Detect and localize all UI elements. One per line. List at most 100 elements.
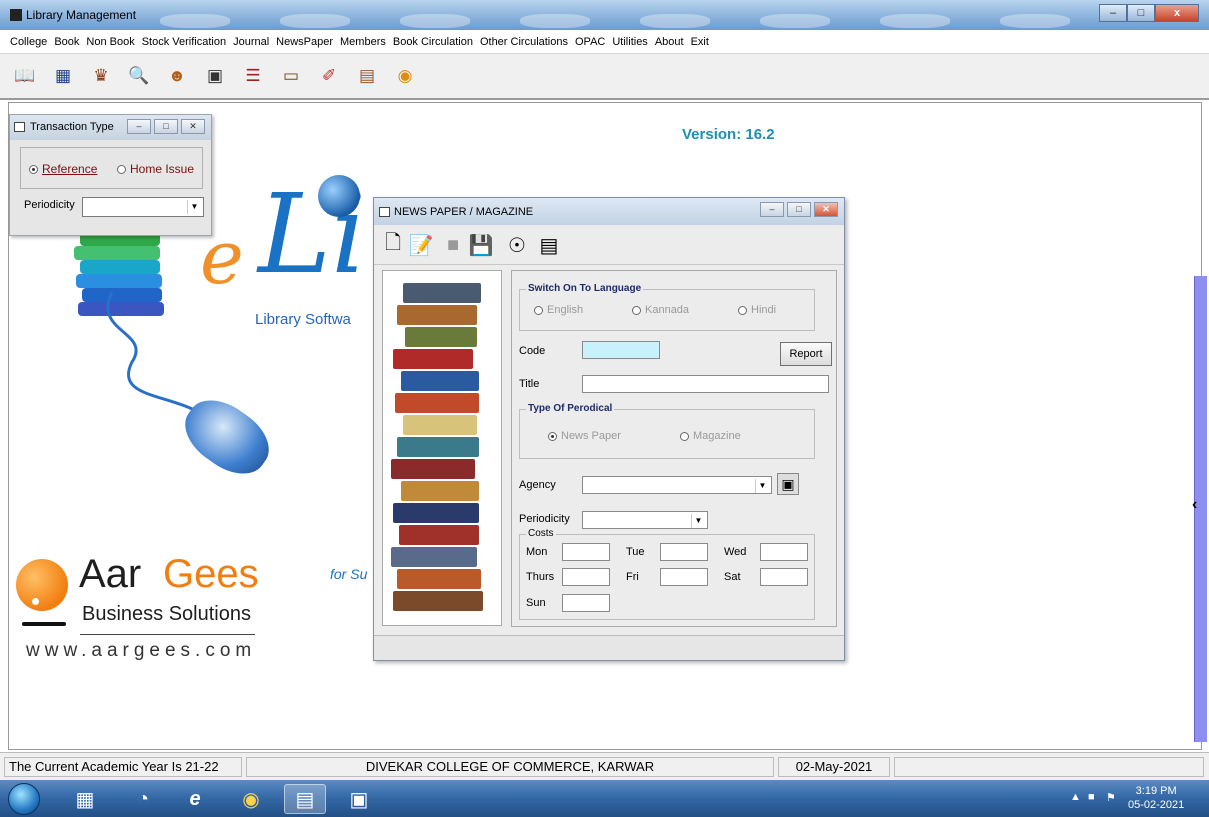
menu-newspaper[interactable]: NewsPaper — [276, 36, 333, 48]
globe-icon — [318, 175, 360, 217]
cd-icon[interactable]: ◉ — [390, 61, 420, 91]
menu-stock-verification[interactable]: Stock Verification — [142, 36, 226, 48]
newspaper-label: News Paper — [561, 430, 621, 442]
magazine-radio[interactable]: Magazine — [680, 430, 741, 442]
close-button[interactable]: x — [1155, 4, 1199, 22]
menu-opac[interactable]: OPAC — [575, 36, 605, 48]
agency-lookup-icon[interactable]: ▣ — [777, 473, 799, 495]
network-icon[interactable]: ■ — [1088, 791, 1095, 803]
fri-label: Fri — [626, 571, 639, 583]
taskbar-clock[interactable]: 3:19 PM 05-02-2021 — [1128, 784, 1184, 812]
newspaper-status-bar — [374, 635, 844, 660]
chrome-icon[interactable]: ◉ — [236, 784, 266, 814]
chevron-down-icon[interactable]: ▼ — [755, 479, 769, 493]
menu-utilities[interactable]: Utilities — [612, 36, 647, 48]
newspaper-radio[interactable]: News Paper — [548, 430, 621, 442]
word-icon[interactable]: ▣ — [344, 784, 374, 814]
toolbar: 📖 ▦ ♛ 🔍 ☻ ▣ ☰ ▭ ✐ ▤ ◉ — [0, 54, 1209, 100]
start-button[interactable] — [8, 783, 40, 815]
chevron-down-icon[interactable]: ▼ — [187, 200, 201, 214]
periodicity-select[interactable]: ▼ — [582, 511, 708, 529]
exit-icon[interactable]: ▤ — [536, 230, 562, 260]
menu-other-circulations[interactable]: Other Circulations — [480, 36, 568, 48]
maximize-button[interactable]: □ — [154, 119, 178, 134]
menu-book[interactable]: Book — [54, 36, 79, 48]
maximize-button[interactable]: □ — [1127, 4, 1155, 22]
menu-book-circulation[interactable]: Book Circulation — [393, 36, 473, 48]
newspaper-window-titlebar[interactable]: NEWS PAPER / MAGAZINE – □ ✕ — [374, 198, 844, 225]
sat-cost-field[interactable] — [760, 568, 808, 586]
close-button[interactable]: ✕ — [814, 202, 838, 217]
pencil-icon[interactable]: ✐ — [314, 61, 344, 91]
menu-about[interactable]: About — [655, 36, 684, 48]
flag-icon[interactable]: ⚑ — [1106, 791, 1116, 804]
fri-cost-field[interactable] — [660, 568, 708, 586]
status-empty-cell — [894, 757, 1204, 777]
menu-members[interactable]: Members — [340, 36, 386, 48]
agency-select[interactable]: ▼ — [582, 476, 772, 494]
menu-journal[interactable]: Journal — [233, 36, 269, 48]
close-button[interactable]: ✕ — [181, 119, 205, 134]
menu-exit[interactable]: Exit — [691, 36, 709, 48]
new-document-icon[interactable]: 🗋 — [380, 230, 406, 260]
periodicity-select[interactable]: ▼ — [82, 197, 204, 217]
notebook-icon[interactable]: ▭ — [276, 61, 306, 91]
wed-cost-field[interactable] — [760, 543, 808, 561]
home-issue-radio[interactable]: Home Issue — [117, 162, 194, 176]
hindi-radio[interactable]: Hindi — [738, 304, 776, 316]
internet-explorer-icon[interactable]: e — [180, 784, 210, 814]
edit-document-icon[interactable]: 📝 — [408, 230, 434, 260]
reader-icon[interactable]: ♛ — [86, 61, 116, 91]
save-icon[interactable]: 💾 — [468, 230, 494, 260]
maximize-button[interactable]: □ — [787, 202, 811, 217]
id-card-icon[interactable]: ▣ — [200, 61, 230, 91]
periodicity-label: Periodicity — [24, 199, 75, 211]
radio-dot — [632, 305, 641, 315]
transaction-window-titlebar[interactable]: Transaction Type – □ ✕ — [10, 115, 211, 140]
exit-door-icon[interactable]: ▤ — [352, 61, 382, 91]
language-legend: Switch On To Language — [526, 283, 644, 294]
mon-cost-field[interactable] — [562, 543, 610, 561]
save-disabled-icon[interactable]: ■ — [440, 230, 466, 260]
chevron-down-icon[interactable]: ▼ — [691, 514, 705, 528]
person-icon[interactable]: ☻ — [162, 61, 192, 91]
menu-non-book[interactable]: Non Book — [86, 36, 134, 48]
tue-cost-field[interactable] — [660, 543, 708, 561]
clock-time: 3:19 PM — [1135, 785, 1177, 797]
radio-dot — [680, 431, 689, 441]
minimize-button[interactable]: – — [1099, 4, 1127, 22]
thurs-cost-field[interactable] — [562, 568, 610, 586]
bookshelf-icon[interactable]: ☰ — [238, 61, 268, 91]
aargees-logo-underline — [22, 622, 66, 626]
collapse-arrow-icon[interactable]: ‹ — [1192, 496, 1197, 514]
tray-arrow-icon[interactable]: ▲ — [1070, 791, 1081, 803]
minimize-button[interactable]: – — [127, 119, 151, 134]
book-icon[interactable]: 📖 — [10, 61, 40, 91]
calendar-icon[interactable]: ▦ — [48, 61, 78, 91]
edge-icon[interactable]: ◔ — [128, 784, 158, 814]
minimize-button[interactable]: – — [760, 202, 784, 217]
kannada-radio[interactable]: Kannada — [632, 304, 689, 316]
code-field[interactable] — [582, 341, 660, 359]
library-management-taskbar-icon[interactable]: ▤ — [284, 784, 326, 814]
english-radio[interactable]: English — [534, 304, 583, 316]
reference-radio[interactable]: Reference — [29, 162, 97, 176]
college-name-status: DIVEKAR COLLEGE OF COMMERCE, KARWAR — [246, 757, 774, 777]
menu-college[interactable]: College — [10, 36, 47, 48]
costs-legend: Costs — [526, 528, 556, 539]
search-computer-icon[interactable]: 🔍 — [124, 61, 154, 91]
tagline-partial: for Su — [330, 566, 368, 582]
newspaper-magazine-window: NEWS PAPER / MAGAZINE – □ ✕ 🗋 📝 ■ 💾 ☉ ▤ — [373, 197, 845, 661]
academic-year-status: The Current Academic Year Is 21-22 — [4, 757, 242, 777]
tue-label: Tue — [626, 546, 645, 558]
report-button[interactable]: Report — [780, 342, 832, 366]
title-field[interactable] — [582, 375, 829, 393]
window-icon — [14, 122, 25, 132]
newspaper-form: Switch On To Language English Kannada Hi… — [511, 270, 837, 627]
kannada-label: Kannada — [645, 304, 690, 316]
radio-dot — [738, 305, 747, 315]
sun-cost-field[interactable] — [562, 594, 610, 612]
binoculars-icon[interactable]: ☉ — [504, 230, 530, 260]
calculator-icon[interactable]: ▦ — [70, 784, 100, 814]
english-label: English — [547, 304, 584, 316]
